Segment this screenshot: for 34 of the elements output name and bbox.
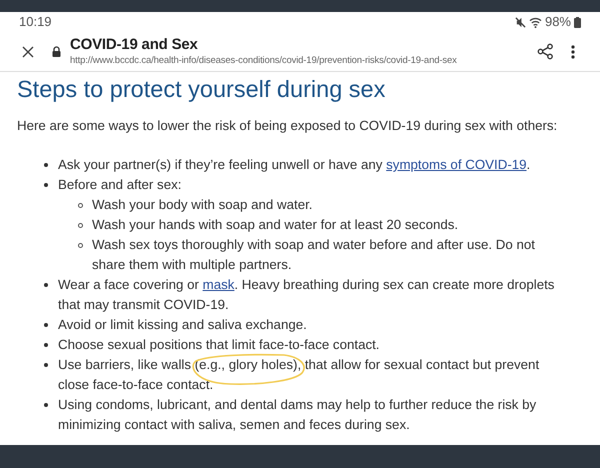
page-title: COVID-19 and Sex	[70, 36, 199, 54]
list-item-text: Using condoms, lubricant, and dental dams may help to further reduce the risk by minimizing contact with saliva, semen and feces during sex.	[58, 397, 536, 432]
bullet-icon	[44, 163, 48, 167]
lock-icon	[52, 46, 61, 57]
more-icon	[571, 44, 575, 58]
bullet-icon	[44, 283, 48, 287]
bullet-icon	[44, 403, 48, 407]
list-item-text: Choose sexual positions that limit face-to-face contact.	[58, 337, 380, 352]
link[interactable]: symptoms of COVID-19	[386, 157, 527, 172]
list-item-text: Wash sex toys thoroughly with soap and water before and after use. Do not share them with multiple partners.	[92, 237, 535, 272]
intro-paragraph: Here are some ways to lower the risk of being exposed to COVID-19 during sex with others:	[17, 117, 558, 135]
share-button[interactable]	[535, 42, 555, 62]
list-item-text: Ask your partner(s) if they’re feeling unwell or have any symptoms of COVID-19.	[58, 157, 530, 172]
bullet-icon	[44, 343, 48, 347]
list-item-text: Use barriers, like walls (e.g., glory holes), that allow for sexual contact but prevent close face-to-face contact.	[58, 357, 540, 392]
list-item-text: Before and after sex:	[58, 177, 182, 192]
bullet-icon	[78, 203, 82, 208]
url-text: http://www.bccdc.ca/health-info/diseases-conditions/covid-19/prevention-risks/covid-19-and-sex	[70, 54, 458, 67]
link[interactable]: mask	[202, 277, 234, 292]
wifi-icon	[528, 16, 542, 28]
mute-icon	[514, 16, 526, 28]
list-item-text: Wear a face covering or mask. Heavy breathing during sex can create more droplets that may transmit COVID-19.	[58, 277, 554, 312]
bullet-icon	[44, 183, 48, 187]
bullet-icon	[44, 323, 48, 327]
status-time: 10:19	[19, 13, 52, 32]
bullet-icon	[78, 243, 82, 248]
battery-icon	[574, 16, 581, 28]
bullet-icon	[44, 363, 48, 367]
list-item-text: Avoid or limit kissing and saliva exchange.	[58, 317, 307, 332]
battery-percent: 98%	[544, 13, 571, 32]
list-item-text: Wash your hands with soap and water for at least 20 seconds.	[92, 217, 458, 232]
bullet-icon	[78, 223, 82, 228]
section-heading: Steps to protect yourself during sex	[17, 75, 386, 104]
list-item-text: Wash your body with soap and water.	[92, 197, 313, 212]
